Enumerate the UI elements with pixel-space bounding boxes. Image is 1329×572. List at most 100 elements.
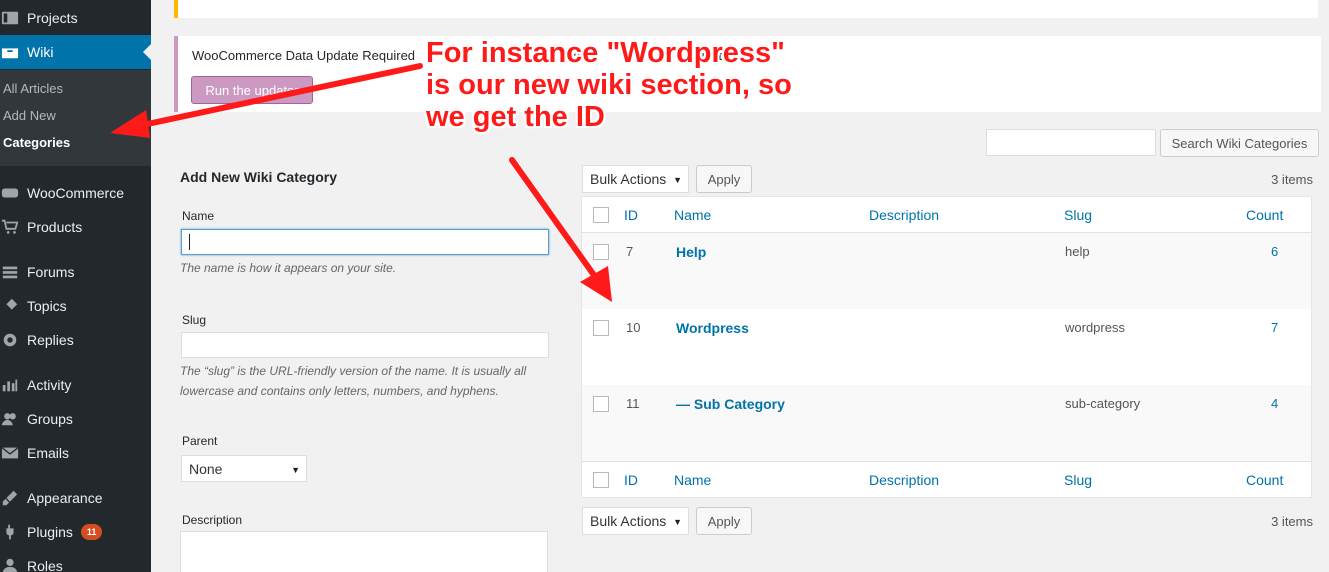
- menu-item-plugins[interactable]: Plugins 11: [0, 515, 151, 549]
- menu-item-forums[interactable]: Forums: [0, 255, 151, 289]
- brush-icon: [0, 488, 20, 508]
- slug-help-text: The “slug” is the URL-friendly version o…: [180, 364, 527, 398]
- bulk-actions-select-top[interactable]: Bulk Actions ▼: [582, 165, 689, 193]
- email-icon: [0, 443, 20, 463]
- menu-item-emails[interactable]: Emails: [0, 436, 151, 470]
- row-id: 10: [626, 320, 641, 335]
- name-input[interactable]: [181, 229, 549, 255]
- menu-item-products[interactable]: Products: [0, 210, 151, 244]
- admin-notice: [174, 0, 1318, 18]
- search-wiki-categories-button[interactable]: Search Wiki Categories: [1160, 129, 1319, 157]
- menu-item-woocommerce[interactable]: WooCommerce: [0, 176, 151, 210]
- chevron-down-icon: ▼: [291, 465, 300, 475]
- apply-button-top[interactable]: Apply: [696, 165, 752, 193]
- bulk-actions-select-bottom[interactable]: Bulk Actions ▼: [582, 507, 689, 535]
- row-count-link[interactable]: 4: [1271, 396, 1278, 411]
- name-help-text: The name is how it appears on your site.: [180, 261, 397, 275]
- activity-icon: [0, 375, 20, 395]
- apply-button-bottom[interactable]: Apply: [696, 507, 752, 535]
- menu-item-wiki[interactable]: Wiki: [0, 35, 151, 69]
- chevron-down-icon: ▼: [673, 175, 682, 185]
- submenu-all-articles[interactable]: All Articles: [3, 81, 63, 96]
- table-row: 10 Wordpress wordpress 7: [582, 309, 1311, 385]
- row-checkbox[interactable]: [593, 320, 609, 336]
- row-count-link[interactable]: 6: [1271, 244, 1278, 259]
- menu-item-label: Roles: [27, 558, 63, 572]
- replies-icon: [0, 330, 20, 350]
- menu-item-label: WooCommerce: [27, 185, 124, 201]
- description-textarea[interactable]: [180, 531, 548, 572]
- menu-item-label: Wiki: [27, 44, 54, 60]
- select-all-checkbox-footer[interactable]: [593, 472, 609, 488]
- submenu-add-new[interactable]: Add New: [3, 108, 56, 123]
- row-slug: wordpress: [1065, 320, 1125, 335]
- row-count-link[interactable]: 7: [1271, 320, 1278, 335]
- column-footer-id[interactable]: ID: [624, 472, 638, 488]
- slug-label: Slug: [182, 313, 207, 327]
- row-name-link[interactable]: Wordpress: [676, 320, 749, 336]
- description-label: Description: [182, 513, 243, 527]
- table-row: 11 — Sub Category sub-category 4: [582, 385, 1311, 461]
- column-footer-count[interactable]: Count: [1246, 472, 1283, 488]
- annotation-line: For instance "Wordpress": [426, 37, 785, 69]
- column-header-id[interactable]: ID: [624, 207, 638, 223]
- parent-select[interactable]: None ▼: [181, 455, 307, 482]
- row-checkbox[interactable]: [593, 396, 609, 412]
- submenu-categories[interactable]: Categories: [3, 135, 70, 150]
- menu-item-roles[interactable]: Roles: [0, 549, 151, 572]
- groups-icon: [0, 409, 20, 429]
- topics-icon: [0, 296, 20, 316]
- parent-select-value: None: [189, 460, 223, 477]
- slug-input[interactable]: [181, 332, 549, 358]
- menu-item-replies[interactable]: Replies: [0, 323, 151, 357]
- menu-item-projects[interactable]: Projects: [0, 1, 151, 35]
- menu-item-label: Emails: [27, 445, 70, 461]
- admin-sidebar: Projects Wiki All Articles Add New Categ…: [0, 0, 151, 572]
- table-row: 7 Help help 6: [582, 233, 1311, 309]
- column-header-name[interactable]: Name: [674, 207, 711, 223]
- categories-table: ID Name Description Slug Count 7 Help he…: [581, 196, 1312, 498]
- row-slug: sub-category: [1065, 396, 1141, 411]
- menu-item-label: Replies: [27, 332, 74, 348]
- select-all-checkbox[interactable]: [593, 207, 609, 223]
- menu-item-label: Forums: [27, 264, 75, 280]
- column-footer-name[interactable]: Name: [674, 472, 711, 488]
- menu-item-activity[interactable]: Activity: [0, 368, 151, 402]
- parent-label: Parent: [182, 434, 218, 448]
- menu-item-label: Topics: [27, 298, 67, 314]
- items-count-bottom: 3 items: [1271, 514, 1313, 529]
- search-input[interactable]: [986, 129, 1156, 156]
- wiki-submenu: All Articles Add New Categories: [0, 70, 151, 166]
- menu-item-label: Projects: [27, 10, 78, 26]
- table-header-row: ID Name Description Slug Count: [582, 197, 1311, 233]
- run-updater-button[interactable]: Run the updater: [191, 76, 313, 104]
- name-label: Name: [182, 209, 215, 223]
- chevron-down-icon: ▼: [673, 517, 682, 527]
- menu-item-label: Groups: [27, 411, 73, 427]
- column-header-count[interactable]: Count: [1246, 207, 1283, 223]
- row-id: 11: [626, 396, 640, 411]
- active-indicator: [143, 44, 151, 60]
- row-checkbox[interactable]: [593, 244, 609, 260]
- column-header-description[interactable]: Description: [869, 207, 939, 223]
- column-footer-description[interactable]: Description: [869, 472, 939, 488]
- projects-icon: [0, 8, 20, 28]
- menu-item-topics[interactable]: Topics: [0, 289, 151, 323]
- menu-item-groups[interactable]: Groups: [0, 402, 151, 436]
- text-cursor: [189, 234, 190, 250]
- row-slug: help: [1065, 244, 1090, 259]
- annotation-text: For instance "Wordpress" is our new wiki…: [426, 37, 792, 133]
- menu-item-label: Activity: [27, 377, 72, 393]
- menu-item-label: Appearance: [27, 490, 103, 506]
- forums-icon: [0, 262, 20, 282]
- plug-icon: [0, 522, 20, 542]
- row-name-link[interactable]: Help: [676, 244, 706, 260]
- wiki-icon: [0, 42, 20, 62]
- row-name-link[interactable]: — Sub Category: [676, 396, 785, 412]
- annotation-line: we get the ID: [426, 101, 605, 133]
- column-footer-slug[interactable]: Slug: [1064, 472, 1092, 488]
- menu-item-label: Products: [27, 219, 83, 235]
- column-header-slug[interactable]: Slug: [1064, 207, 1092, 223]
- items-count-top: 3 items: [1271, 172, 1313, 187]
- menu-item-appearance[interactable]: Appearance: [0, 481, 151, 515]
